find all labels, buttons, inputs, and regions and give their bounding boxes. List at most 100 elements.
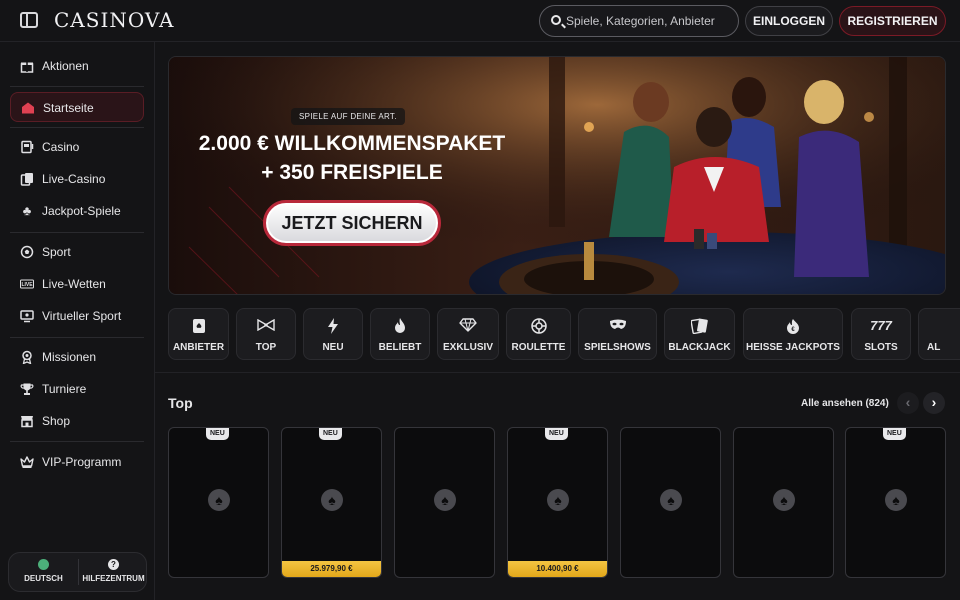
sidebar-item-virtueller-sport[interactable]: Virtueller Sport [10,301,144,331]
roulette-icon [507,318,570,337]
hot-jackpot-icon: € [744,318,842,337]
spade-placeholder-icon: ♠ [547,489,569,511]
football-icon [20,245,34,259]
category-label: AL [927,342,941,353]
game-card[interactable]: NEU ♠ [845,427,946,578]
category-exklusiv[interactable]: EXKLUSIV [437,308,499,360]
game-card[interactable]: ♠ [620,427,721,578]
top-header: CASINOVA EINLOGGEN REGISTRIEREN [0,0,960,42]
sidebar-divider [10,232,144,233]
spade-placeholder-icon: ♠ [773,489,795,511]
new-badge: NEU [206,428,229,440]
category-label: HEISSE JACKPOTS [746,342,840,353]
register-button[interactable]: REGISTRIEREN [839,6,946,36]
game-card[interactable]: ♠ [394,427,495,578]
game-card[interactable]: NEU ♠ [168,427,269,578]
spade-placeholder-icon: ♠ [208,489,230,511]
category-bar: ANBIETER TOP NEU BELIEBT EXKLUSIV ROULET… [168,308,960,362]
sidebar-item-label: Casino [42,140,80,154]
app-root: CASINOVA EINLOGGEN REGISTRIEREN Aktionen… [0,0,960,600]
banner-headline: 2.000 € WILLKOMMENSPAKET + 350 FREISPIEL… [169,129,535,187]
provider-icon [169,318,228,337]
search-input[interactable] [566,6,734,36]
search-box[interactable] [539,5,739,37]
banner-headline-line2: + 350 FREISPIELE [261,161,443,184]
shop-icon [20,414,34,428]
sidebar-item-turniere[interactable]: Turniere [10,374,144,404]
help-center-label: HILFEZENTRUM [82,574,145,583]
see-all-link[interactable]: Alle ansehen (824) [801,398,889,409]
svg-text:LIVE: LIVE [21,282,33,288]
sevens-icon: 777 [870,318,892,333]
category-label: SPIELSHOWS [584,342,651,353]
promo-banner[interactable]: SPIELE AUF DEINE ART. 2.000 € WILLKOMMEN… [168,56,946,295]
diamond-icon [438,318,498,335]
category-anbieter[interactable]: ANBIETER [168,308,229,360]
category-slots[interactable]: 777 SLOTS [851,308,911,360]
claim-offer-button[interactable]: JETZT SICHERN [263,200,441,246]
live-cards-icon [20,172,34,186]
sidebar-item-label: Aktionen [42,59,89,73]
sidebar-item-label: Sport [42,245,71,259]
sidebar-item-jackpot-spiele[interactable]: ♣ Jackpot-Spiele [10,196,144,226]
section-title-top: Top [168,395,193,411]
sidebar: Aktionen Startseite Casino Live-Casino ♣… [0,42,155,600]
category-top[interactable]: TOP [236,308,296,360]
category-label: BLACKJACK [668,342,731,353]
banner-eyebrow: SPIELE AUF DEINE ART. [291,108,405,125]
sidebar-item-label: VIP-Programm [42,455,122,469]
sidebar-item-aktionen[interactable]: Aktionen [10,51,144,81]
language-button[interactable]: DEUTSCH [9,553,78,591]
category-alle[interactable]: AL [918,308,960,360]
jackpot-amount: 25.979,90 € [282,561,381,577]
sidebar-item-missionen[interactable]: Missionen [10,342,144,372]
sidebar-item-label: Missionen [42,350,97,364]
banner-headline-line1: 2.000 € WILLKOMMENSPAKET [198,132,506,155]
sidebar-item-casino[interactable]: Casino [10,132,144,162]
login-button[interactable]: EINLOGGEN [745,6,833,36]
sidebar-item-sport[interactable]: Sport [10,237,144,267]
monitor-icon [20,309,34,323]
cards-icon [665,318,734,337]
game-card[interactable]: NEU ♠ 10.400,90 € [507,427,608,578]
category-spielshows[interactable]: SPIELSHOWS [578,308,657,360]
category-label: EXKLUSIV [442,342,493,353]
sidebar-item-shop[interactable]: Shop [10,406,144,436]
new-badge: NEU [883,428,906,440]
category-blackjack[interactable]: BLACKJACK [664,308,735,360]
carousel-next-button[interactable]: › [923,392,945,414]
category-label: ANBIETER [172,342,225,353]
crown-icon [20,455,34,469]
help-center-button[interactable]: ? HILFEZENTRUM [79,553,148,591]
gift-icon [20,59,34,73]
sidebar-item-vip-programm[interactable]: VIP-Programm [10,447,144,477]
category-label: BELIEBT [378,342,422,353]
sidebar-item-live-wetten[interactable]: LIVE Live-Wetten [10,269,144,299]
category-neu[interactable]: NEU [303,308,363,360]
new-badge: NEU [545,428,568,440]
category-roulette[interactable]: ROULETTE [506,308,571,360]
sidebar-toggle-icon[interactable] [20,12,38,28]
sidebar-item-label: Turniere [42,382,87,396]
game-card[interactable]: NEU ♠ 25.979,90 € [281,427,382,578]
mask-icon [579,318,656,334]
sidebar-divider [10,86,144,87]
spade-placeholder-icon: ♠ [434,489,456,511]
sidebar-item-startseite[interactable]: Startseite [10,92,144,122]
casino-logo[interactable]: CASINOVA [54,8,174,32]
home-icon [21,101,35,115]
carousel-prev-button[interactable]: ‹ [897,392,919,414]
bowtie-icon [237,318,295,334]
language-label: DEUTSCH [24,574,63,583]
mission-icon [20,350,34,365]
lightning-icon [304,318,362,337]
sidebar-item-live-casino[interactable]: Live-Casino [10,164,144,194]
clover-icon: ♣ [22,203,32,218]
sidebar-footer: DEUTSCH ? HILFEZENTRUM [8,552,147,592]
category-heisse-jackpots[interactable]: € HEISSE JACKPOTS [743,308,843,360]
category-beliebt[interactable]: BELIEBT [370,308,430,360]
game-card[interactable]: ♠ [733,427,834,578]
slot-machine-icon [20,140,34,154]
sidebar-item-label: Startseite [43,101,94,115]
sidebar-item-label: Shop [42,414,71,428]
